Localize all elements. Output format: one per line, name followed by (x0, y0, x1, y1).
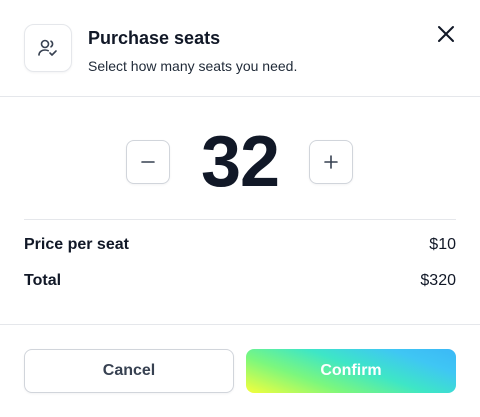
confirm-button[interactable]: Confirm (246, 349, 456, 393)
seat-count: 32 (200, 122, 280, 202)
price-per-seat-row: Price per seat $10 (24, 234, 456, 256)
cancel-button[interactable]: Cancel (24, 349, 234, 393)
price-per-seat-value: $10 (429, 236, 456, 253)
modal-subtitle: Select how many seats you need. (88, 58, 298, 74)
modal-footer: Cancel Confirm (0, 324, 480, 417)
purchase-seats-modal: Purchase seats Select how many seats you… (0, 0, 480, 417)
total-value: $320 (420, 272, 456, 289)
summary-divider (24, 219, 456, 220)
modal-title: Purchase seats (88, 28, 221, 48)
minus-icon (141, 161, 155, 163)
total-label: Total (24, 272, 62, 289)
plus-icon (324, 155, 338, 169)
users-check-icon (24, 24, 72, 72)
modal-header: Purchase seats Select how many seats you… (0, 0, 480, 97)
close-icon[interactable] (434, 22, 458, 46)
decrement-button[interactable] (126, 140, 170, 184)
total-row: Total $320 (24, 270, 456, 292)
seat-quantity-stepper: 32 (0, 120, 480, 204)
increment-button[interactable] (309, 140, 353, 184)
price-per-seat-label: Price per seat (24, 236, 129, 253)
